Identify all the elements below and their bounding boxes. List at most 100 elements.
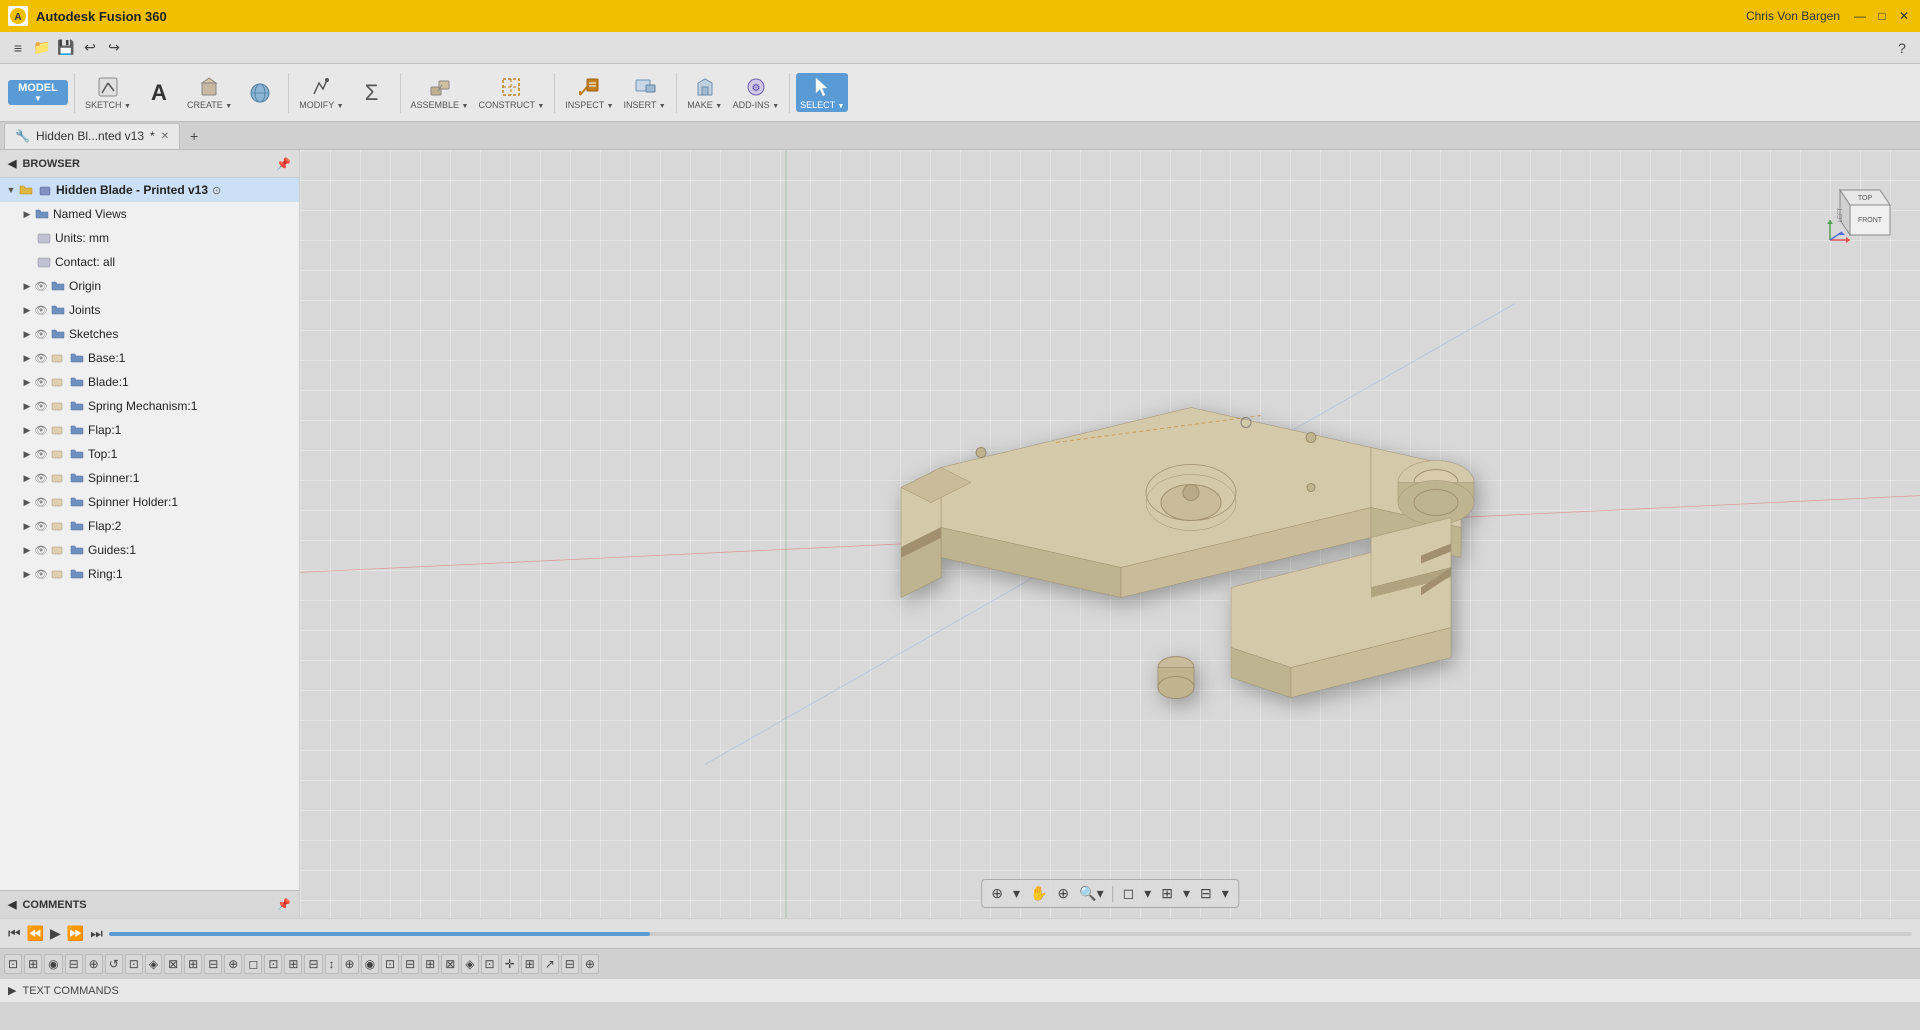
bottom-icon-16[interactable]: ⊟ — [304, 954, 322, 974]
make-group[interactable]: MAKE ▼ — [683, 73, 727, 112]
tree-flap2[interactable]: ▶ 👁 Flap:2 — [0, 514, 299, 538]
app-menu-button[interactable]: ≡ — [8, 38, 28, 58]
tree-joints[interactable]: ▶ 👁 Joints — [0, 298, 299, 322]
bottom-icon-20[interactable]: ⊡ — [381, 954, 399, 974]
ring1-eye-icon[interactable]: 👁 — [34, 567, 48, 581]
blade1-expand[interactable]: ▶ — [20, 375, 34, 389]
tree-blade1[interactable]: ▶ 👁 Blade:1 — [0, 370, 299, 394]
bottom-icon-2[interactable]: ⊞ — [24, 954, 42, 974]
sketches-expand[interactable]: ▶ — [20, 327, 34, 341]
view-zoom-dropdown[interactable]: 🔍▾ — [1076, 883, 1106, 904]
spinner-holder1-eye-icon[interactable]: 👁 — [34, 495, 48, 509]
joints-eye-icon[interactable]: 👁 — [34, 303, 48, 317]
bottom-icon-26[interactable]: ✛ — [501, 954, 519, 974]
sigma-group[interactable]: Σ — [350, 78, 394, 108]
tree-flap1[interactable]: ▶ 👁 Flap:1 — [0, 418, 299, 442]
browser-pin-button[interactable]: 📌 — [276, 157, 291, 171]
minimize-button[interactable]: — — [1852, 8, 1868, 24]
create-group[interactable]: CREATE ▼ — [183, 73, 236, 112]
sketches-eye-icon[interactable]: 👁 — [34, 327, 48, 341]
bottom-icon-27[interactable]: ⊞ — [521, 954, 539, 974]
origin-expand[interactable]: ▶ — [20, 279, 34, 293]
ring1-expand[interactable]: ▶ — [20, 567, 34, 581]
bottom-icon-12[interactable]: ⊕ — [224, 954, 242, 974]
bottom-icon-18[interactable]: ⊕ — [341, 954, 359, 974]
viewport[interactable]: TOP FRONT LEFT ⊕ ▾ ✋ ⊕ 🔍▾ ◻ ▾ ⊞ ▾ — [300, 150, 1920, 918]
select-group[interactable]: SELECT ▼ — [796, 73, 848, 112]
anim-prev-button[interactable]: ⏪ — [27, 925, 44, 942]
bottom-icon-4[interactable]: ⊟ — [65, 954, 83, 974]
bottom-icon-14[interactable]: ⊡ — [264, 954, 282, 974]
snap-dropdown[interactable]: ▾ — [1219, 883, 1232, 904]
base1-eye-icon[interactable]: 👁 — [34, 351, 48, 365]
tree-ring1[interactable]: ▶ 👁 Ring:1 — [0, 562, 299, 586]
modify-group[interactable]: MODIFY ▼ — [295, 73, 347, 112]
assemble-group[interactable]: ASSEMBLE ▼ — [407, 73, 473, 112]
tree-spinner1[interactable]: ▶ 👁 Spinner:1 — [0, 466, 299, 490]
origin-eye-icon[interactable]: 👁 — [34, 279, 48, 293]
construct-group[interactable]: CONSTRUCT ▼ — [474, 73, 548, 112]
root-options-icon[interactable]: ⊙ — [212, 184, 221, 197]
top1-expand[interactable]: ▶ — [20, 447, 34, 461]
animation-track[interactable] — [109, 932, 1912, 936]
spring-mech-eye-icon[interactable]: 👁 — [34, 399, 48, 413]
expand-text-commands[interactable]: ▶ — [8, 984, 16, 997]
bottom-icon-17[interactable]: ↕ — [325, 954, 339, 974]
tree-contact[interactable]: Contact: all — [0, 250, 299, 274]
bottom-icon-30[interactable]: ⊕ — [581, 954, 599, 974]
tree-root[interactable]: ▼ Hidden Blade - Printed v13 ⊙ — [0, 178, 299, 202]
flap1-eye-icon[interactable]: 👁 — [34, 423, 48, 437]
collapse-icon[interactable]: ◀ — [8, 157, 16, 170]
joints-expand[interactable]: ▶ — [20, 303, 34, 317]
display-dropdown[interactable]: ▾ — [1141, 883, 1154, 904]
tree-guides1[interactable]: ▶ 👁 Guides:1 — [0, 538, 299, 562]
help-button[interactable]: ? — [1892, 38, 1912, 58]
bottom-icon-9[interactable]: ⊠ — [164, 954, 182, 974]
snap-button[interactable]: ⊟ — [1197, 883, 1215, 904]
anim-next-button[interactable]: ⏩ — [67, 925, 84, 942]
model-menu[interactable]: MODEL ▼ — [8, 80, 68, 105]
close-button[interactable]: ✕ — [1896, 8, 1912, 24]
bottom-icon-21[interactable]: ⊟ — [401, 954, 419, 974]
tree-sketches[interactable]: ▶ 👁 Sketches — [0, 322, 299, 346]
undo-button[interactable]: ↩ — [80, 38, 100, 58]
bottom-icon-6[interactable]: ↺ — [105, 954, 123, 974]
tab-close-button[interactable]: ✕ — [161, 131, 169, 142]
insert-group[interactable]: INSERT ▼ — [620, 73, 670, 112]
bottom-icon-29[interactable]: ⊟ — [561, 954, 579, 974]
named-views-expand[interactable]: ▶ — [20, 207, 34, 221]
anim-play-button[interactable]: ▶ — [50, 925, 61, 942]
bottom-icon-13[interactable]: ◻ — [244, 954, 262, 974]
flap2-expand[interactable]: ▶ — [20, 519, 34, 533]
anim-go-end-button[interactable]: ⏭ — [90, 925, 103, 942]
bottom-icon-7[interactable]: ⊡ — [125, 954, 143, 974]
tree-spring-mech[interactable]: ▶ 👁 Spring Mechanism:1 — [0, 394, 299, 418]
tree-spinner-holder1[interactable]: ▶ 👁 Spinner Holder:1 — [0, 490, 299, 514]
guides1-eye-icon[interactable]: 👁 — [34, 543, 48, 557]
guides1-expand[interactable]: ▶ — [20, 543, 34, 557]
bottom-icon-11[interactable]: ⊟ — [204, 954, 222, 974]
bottom-icon-24[interactable]: ◈ — [461, 954, 478, 974]
view-pan-button[interactable]: ✋ — [1027, 883, 1050, 904]
bottom-icon-5[interactable]: ⊕ — [85, 954, 103, 974]
flap1-expand[interactable]: ▶ — [20, 423, 34, 437]
base1-expand[interactable]: ▶ — [20, 351, 34, 365]
add-ins-group[interactable]: ⚙ ADD-INS ▼ — [729, 73, 783, 112]
spring-mech-expand[interactable]: ▶ — [20, 399, 34, 413]
flap2-eye-icon[interactable]: 👁 — [34, 519, 48, 533]
comments-pin-button[interactable]: 📌 — [277, 898, 291, 911]
spinner1-eye-icon[interactable]: 👁 — [34, 471, 48, 485]
spinner1-expand[interactable]: ▶ — [20, 471, 34, 485]
grid-dropdown[interactable]: ▾ — [1180, 883, 1193, 904]
bottom-icon-1[interactable]: ⊡ — [4, 954, 22, 974]
view-dropdown-button[interactable]: ▾ — [1010, 883, 1023, 904]
sphere-group[interactable] — [238, 79, 282, 107]
bottom-icon-19[interactable]: ◉ — [361, 954, 379, 974]
tree-base1[interactable]: ▶ 👁 Base:1 — [0, 346, 299, 370]
blade1-eye-icon[interactable]: 👁 — [34, 375, 48, 389]
view-cube[interactable]: TOP FRONT LEFT — [1820, 170, 1900, 250]
top1-eye-icon[interactable]: 👁 — [34, 447, 48, 461]
tree-named-views[interactable]: ▶ Named Views — [0, 202, 299, 226]
root-expand[interactable]: ▼ — [4, 183, 18, 197]
bottom-icon-22[interactable]: ⊞ — [421, 954, 439, 974]
